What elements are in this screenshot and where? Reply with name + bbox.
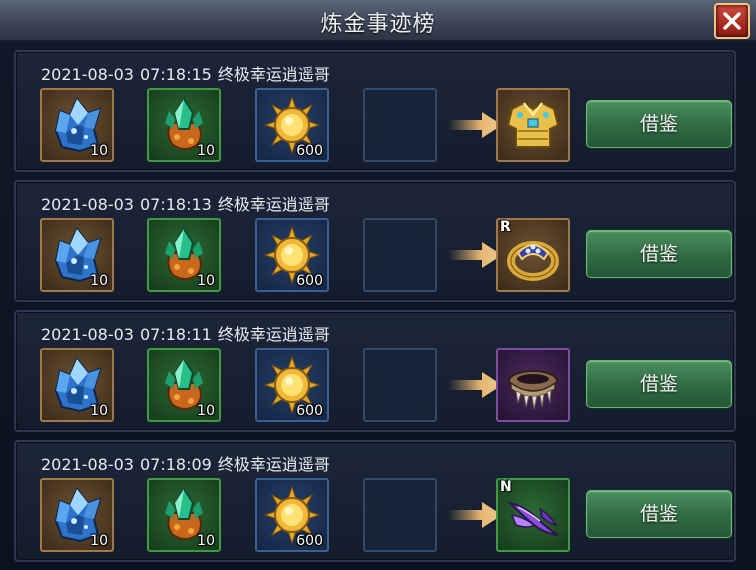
material-slot[interactable]: 600: [255, 478, 329, 552]
item-quantity: 600: [296, 533, 323, 549]
empty-material-slot[interactable]: [363, 478, 437, 552]
material-slot[interactable]: 10: [147, 218, 221, 292]
record-header: 2021-08-03 07:18:09 终极幸运逍遥哥: [41, 451, 336, 475]
arrow-icon-wrap: [448, 110, 502, 144]
record-date: 2021-08-03: [41, 325, 134, 344]
record-row: 2021-08-03 07:18:09 终极幸运逍遥哥 10 10 600 N …: [14, 440, 736, 562]
rarity-badge: N: [500, 479, 512, 495]
arrow-icon: [448, 242, 502, 268]
empty-material-slot[interactable]: [363, 88, 437, 162]
record-date: 2021-08-03: [41, 195, 134, 214]
player-name: 终极幸运逍遥哥: [217, 195, 330, 214]
title-bar: 炼金事迹榜: [0, 0, 756, 42]
spiked-collar-icon: [508, 370, 558, 410]
item-quantity: 600: [296, 403, 323, 419]
player-name: 终极幸运逍遥哥: [217, 455, 330, 474]
player-name: 终极幸运逍遥哥: [217, 325, 330, 344]
record-header: 2021-08-03 07:18:15 终极幸运逍遥哥: [41, 61, 336, 85]
arrow-icon: [448, 502, 502, 528]
material-slot[interactable]: 600: [255, 218, 329, 292]
close-button[interactable]: [714, 3, 750, 39]
alchemy-records-window: 炼金事迹榜 2021-08-03 07:18:15 终极幸运逍遥哥 10 10: [0, 0, 756, 570]
item-quantity: 10: [197, 533, 215, 549]
record-header: 2021-08-03 07:18:13 终极幸运逍遥哥: [41, 191, 336, 215]
player-name: 终极幸运逍遥哥: [217, 65, 330, 84]
item-quantity: 10: [197, 273, 215, 289]
reference-button[interactable]: 借鉴: [586, 230, 732, 278]
material-slot[interactable]: 600: [255, 88, 329, 162]
material-slot[interactable]: 10: [40, 218, 114, 292]
result-item-slot[interactable]: N: [496, 478, 570, 552]
reference-button[interactable]: 借鉴: [586, 490, 732, 538]
reference-button[interactable]: 借鉴: [586, 100, 732, 148]
result-item-slot[interactable]: [496, 88, 570, 162]
record-row: 2021-08-03 07:18:15 终极幸运逍遥哥 10 10 600 借鉴: [14, 50, 736, 172]
material-slot[interactable]: 10: [40, 348, 114, 422]
arrow-icon: [448, 372, 502, 398]
result-item-slot[interactable]: R: [496, 218, 570, 292]
item-quantity: 600: [296, 143, 323, 159]
item-quantity: 10: [197, 403, 215, 419]
empty-material-slot[interactable]: [363, 348, 437, 422]
item-quantity: 10: [197, 143, 215, 159]
material-slot[interactable]: 600: [255, 348, 329, 422]
arrow-icon-wrap: [448, 240, 502, 274]
record-date: 2021-08-03: [41, 455, 134, 474]
item-quantity: 10: [90, 403, 108, 419]
record-row: 2021-08-03 07:18:11 终极幸运逍遥哥 10 10 600 借鉴: [14, 310, 736, 432]
record-time: 07:18:15: [139, 65, 212, 84]
purple-claw-icon: [506, 501, 559, 536]
material-slot[interactable]: 10: [147, 478, 221, 552]
arrow-icon: [448, 112, 502, 138]
empty-material-slot[interactable]: [363, 218, 437, 292]
reference-button[interactable]: 借鉴: [586, 360, 732, 408]
record-row: 2021-08-03 07:18:13 终极幸运逍遥哥 10 10 600 R …: [14, 180, 736, 302]
window-title: 炼金事迹榜: [320, 12, 436, 37]
material-slot[interactable]: 10: [40, 88, 114, 162]
material-slot[interactable]: 10: [147, 348, 221, 422]
record-date: 2021-08-03: [41, 65, 134, 84]
record-time: 07:18:09: [139, 455, 212, 474]
record-time: 07:18:11: [139, 325, 212, 344]
item-quantity: 10: [90, 273, 108, 289]
item-quantity: 10: [90, 533, 108, 549]
item-quantity: 600: [296, 273, 323, 289]
record-header: 2021-08-03 07:18:11 终极幸运逍遥哥: [41, 321, 336, 345]
arrow-icon-wrap: [448, 370, 502, 404]
golden-armor-icon: [506, 101, 560, 148]
arrow-icon-wrap: [448, 500, 502, 534]
result-item-slot[interactable]: [496, 348, 570, 422]
material-slot[interactable]: 10: [40, 478, 114, 552]
record-time: 07:18:13: [139, 195, 212, 214]
item-quantity: 10: [90, 143, 108, 159]
close-icon: [723, 12, 741, 30]
jeweled-ring-icon: [507, 241, 559, 281]
rarity-badge: R: [500, 219, 511, 235]
material-slot[interactable]: 10: [147, 88, 221, 162]
